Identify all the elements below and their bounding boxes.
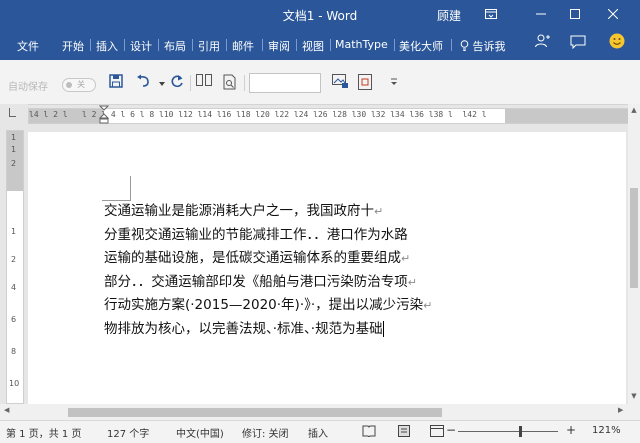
menu-divider: [158, 39, 159, 51]
scroll-down-icon[interactable]: ▼: [628, 392, 640, 400]
vruler-number: 4: [11, 283, 17, 292]
vruler-number: 1: [11, 145, 17, 154]
comment-icon[interactable]: [564, 30, 592, 60]
tab-layout[interactable]: 布局: [162, 38, 188, 54]
tab-file[interactable]: 文件: [15, 38, 41, 54]
tell-me-search[interactable]: 告诉我: [458, 38, 508, 54]
page-count[interactable]: 第 1 页，共 1 页: [6, 425, 81, 440]
hscroll-thumb[interactable]: [68, 408, 442, 417]
ribbon-tabs: 文件 开始 插入 设计 布局 引用 邮件 审阅 视图 MathType 美化大师…: [0, 30, 640, 60]
title-bar: 文档1 - Word 顾建: [0, 0, 640, 30]
share-person-icon[interactable]: [528, 30, 556, 60]
autosave-label: 自动保存: [8, 82, 48, 93]
insert-table-icon[interactable]: [356, 74, 374, 92]
vruler-number: 8: [11, 347, 17, 356]
web-layout-icon[interactable]: [430, 425, 444, 440]
tab-mailings[interactable]: 邮件: [230, 38, 256, 54]
word-count[interactable]: 127 个字: [107, 425, 149, 440]
scroll-thumb[interactable]: [630, 188, 638, 288]
left-tab-icon: [9, 108, 16, 117]
menu-divider: [296, 39, 297, 51]
vertical-scrollbar[interactable]: ▲ ▼: [628, 104, 640, 404]
ruler-numbers: l4 l 2 l l 2 l 4 l 6 l 8 l10 l12 l14 l16…: [29, 110, 487, 119]
tab-mathtype[interactable]: MathType: [333, 38, 390, 51]
columns-icon[interactable]: [195, 74, 213, 92]
zoom-in-button[interactable]: +: [566, 423, 576, 437]
margin-corner-mark: [102, 176, 131, 201]
toggle-state: 关: [77, 80, 85, 89]
toolbar-divider: [244, 75, 245, 91]
tab-design[interactable]: 设计: [128, 38, 154, 54]
vruler-number: 1: [11, 227, 17, 236]
toggle-knob: [66, 82, 72, 88]
menu-divider: [330, 39, 331, 51]
document-area: 交通运输业是能源消耗大户之一，我国政府十↵ 分重视交通运输业的节能减排工作．．港…: [28, 126, 628, 404]
scroll-left-icon[interactable]: ◀: [4, 406, 9, 414]
status-bar: 第 1 页，共 1 页 127 个字 中文(中国) 修订: 关闭 插入 − + …: [0, 420, 640, 443]
minimize-icon[interactable]: [527, 0, 555, 30]
menu-divider: [90, 39, 91, 51]
user-name[interactable]: 顾建: [437, 7, 461, 24]
vruler-number: 1: [11, 133, 17, 142]
insert-mode-status[interactable]: 插入: [308, 425, 328, 440]
track-changes-status[interactable]: 修订: 关闭: [242, 425, 289, 440]
text-cursor: [382, 320, 384, 337]
document-body[interactable]: 交通运输业是能源消耗大户之一，我国政府十↵ 分重视交通运输业的节能减排工作．．港…: [104, 200, 504, 342]
vruler-number: 2: [11, 255, 17, 264]
horizontal-ruler[interactable]: l4 l 2 l l 2 l 4 l 6 l 8 l10 l12 l14 l16…: [28, 105, 630, 124]
zoom-slider-knob[interactable]: [519, 426, 522, 437]
print-layout-icon[interactable]: [398, 425, 410, 440]
tab-review[interactable]: 审阅: [266, 38, 292, 54]
text-line: 分重视交通运输业的节能减排工作．．港口作为水路: [104, 226, 408, 243]
tab-beautify-master[interactable]: 美化大师: [397, 38, 445, 54]
menu-divider: [124, 39, 125, 51]
customize-dropdown-icon[interactable]: [385, 74, 403, 92]
quick-access-toolbar: 自动保存 关: [0, 60, 640, 105]
undo-icon[interactable]: [135, 74, 153, 92]
save-icon[interactable]: [107, 74, 125, 92]
close-icon[interactable]: [599, 0, 627, 30]
zoom-slider-track[interactable]: [458, 431, 558, 432]
vruler-number: 10: [9, 379, 20, 388]
tab-home[interactable]: 开始: [60, 38, 86, 54]
toolbar-divider: [190, 75, 191, 91]
menu-divider: [192, 39, 193, 51]
scroll-right-icon[interactable]: ▶: [618, 406, 623, 414]
language-status[interactable]: 中文(中国): [176, 425, 224, 440]
menu-divider: [394, 39, 395, 51]
tab-insert[interactable]: 插入: [94, 38, 120, 54]
text-line: 行动实施方案(·2015—2020·年)·》·，提出以减少污染↵: [104, 297, 433, 314]
smiley-icon[interactable]: [603, 30, 631, 60]
document-page[interactable]: 交通运输业是能源消耗大户之一，我国政府十↵ 分重视交通运输业的节能减排工作．．港…: [28, 132, 626, 404]
redo-icon[interactable]: [168, 74, 186, 92]
tell-me-label: 告诉我: [472, 40, 506, 53]
vruler-number: 6: [11, 315, 17, 324]
read-mode-icon[interactable]: [362, 425, 376, 440]
scroll-up-icon[interactable]: ▲: [628, 106, 640, 114]
vertical-ruler[interactable]: 1 1 2 1 2 4 6 8 10: [6, 130, 24, 404]
autosave-toggle[interactable]: 关: [62, 78, 96, 92]
vruler-number: 2: [11, 159, 17, 168]
print-preview-icon[interactable]: [221, 74, 239, 92]
zoom-level[interactable]: 121%: [592, 425, 621, 436]
ruler-margin-right: [505, 109, 629, 123]
ribbon-display-icon[interactable]: [477, 0, 505, 30]
text-line: 运输的基础设施，是低碳交通运输体系的重要组成↵: [104, 250, 411, 267]
tab-view[interactable]: 视图: [300, 38, 326, 54]
menu-divider: [226, 39, 227, 51]
menu-divider: [451, 39, 452, 51]
font-box[interactable]: [249, 73, 321, 93]
horizontal-scrollbar[interactable]: ◀ ▶: [0, 404, 640, 420]
text-line: 交通运输业是能源消耗大户之一，我国政府十↵: [104, 203, 384, 219]
zoom-out-button[interactable]: −: [446, 423, 456, 437]
menu-divider: [262, 39, 263, 51]
text-line: 物排放为核心，以完善法规、·标准、·规范为基础: [104, 320, 384, 337]
tab-references[interactable]: 引用: [196, 38, 222, 54]
tab-selector[interactable]: [0, 104, 28, 126]
maximize-icon[interactable]: [561, 0, 589, 30]
insert-picture-icon[interactable]: [331, 74, 349, 92]
text-line: 部分．．交通运输部印发《船舶与港口污染防治专项↵: [104, 273, 417, 290]
lightbulb-icon: [460, 40, 473, 53]
